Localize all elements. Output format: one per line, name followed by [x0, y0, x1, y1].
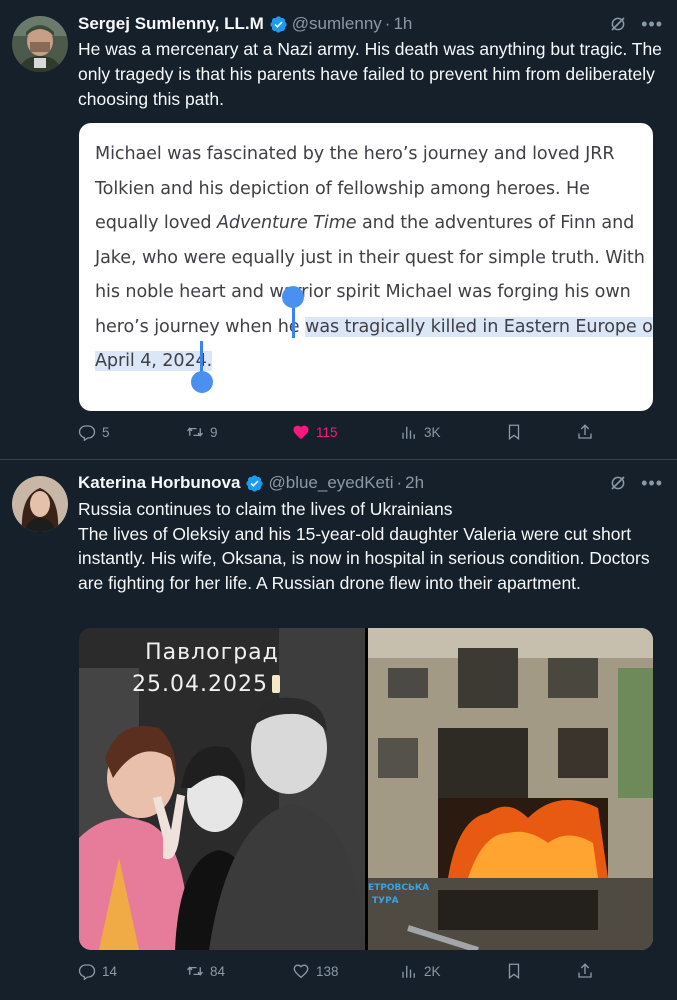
- author-handle[interactable]: @sumlenny: [292, 14, 382, 34]
- screenshot-text-fragment: hero’s journey when he: [95, 316, 306, 337]
- candle-icon: [271, 675, 280, 693]
- photo-caption-date-text: 25.04.2025: [132, 672, 268, 697]
- header-actions: •••: [609, 13, 663, 35]
- bookmark-icon: [508, 424, 520, 441]
- screenshot-italic-title: Adventure Time: [216, 213, 357, 233]
- retweet-icon: [186, 966, 204, 976]
- share-button[interactable]: [576, 422, 594, 442]
- screenshot-line: equally loved Adventure Time and the adv…: [95, 206, 640, 241]
- highlighted-selection: was tragically killed in Eastern Europe …: [305, 316, 653, 337]
- screenshot-line: Michael was fascinated by the hero’s jou…: [95, 144, 615, 164]
- reply-button[interactable]: 14: [78, 961, 117, 981]
- screenshot-line: April 4, 2024.: [95, 344, 640, 379]
- verified-badge-icon: [246, 474, 264, 492]
- watermark-line: ЕТРОВСЬКА: [368, 883, 430, 893]
- photo-watermark: ЕТРОВСЬКА ТУРА: [368, 882, 429, 908]
- selection-end-cursor: [200, 341, 203, 375]
- tweet-header: Katerina Horbunova @blue_eyedKeti · 2h •…: [78, 472, 663, 494]
- tweet-text-line: Russia continues to claim the lives of U…: [78, 499, 453, 519]
- grok-icon[interactable]: [609, 15, 627, 33]
- verified-badge-icon: [270, 15, 287, 33]
- bookmark-icon: [508, 963, 520, 980]
- like-count: 138: [316, 963, 339, 979]
- grok-icon[interactable]: [609, 474, 627, 492]
- reply-icon: [78, 964, 96, 980]
- tweet-time[interactable]: 1h: [393, 14, 412, 34]
- highlighted-selection: April 4, 2024.: [95, 351, 213, 371]
- avatar-image: [12, 16, 68, 72]
- tweet-text: Russia continues to claim the lives of U…: [78, 497, 663, 595]
- avatar[interactable]: [12, 16, 68, 72]
- tweet-header: Sergej Sumlenny, LL.M @sumlenny · 1h •••: [78, 13, 663, 35]
- tweet-1[interactable]: Sergej Sumlenny, LL.M @sumlenny · 1h •••…: [0, 0, 677, 460]
- bookmark-button[interactable]: [505, 961, 523, 981]
- header-actions: •••: [609, 472, 663, 494]
- screenshot-line: hero’s journey when he was tragically ki…: [95, 310, 653, 345]
- avatar[interactable]: [12, 476, 68, 532]
- author-name[interactable]: Katerina Horbunova: [78, 473, 240, 493]
- retweet-button[interactable]: 9: [186, 422, 218, 442]
- tweet-text: He was a mercenary at a Nazi army. His d…: [78, 37, 663, 112]
- retweet-icon: [186, 427, 204, 437]
- screenshot-text: Michael was fascinated by the hero’s jou…: [95, 137, 653, 379]
- author-name[interactable]: Sergej Sumlenny, LL.M: [78, 14, 264, 34]
- media-grid[interactable]: Павлоград 25.04.2025 ЕТРОВСЬКА ТУРА: [79, 628, 653, 950]
- more-icon[interactable]: •••: [641, 15, 663, 33]
- share-button[interactable]: [576, 961, 594, 981]
- media-image-burning-building[interactable]: ЕТРОВСЬКА ТУРА: [368, 628, 653, 950]
- photo-caption-city: Павлоград: [145, 640, 279, 665]
- views-count: 2K: [424, 963, 441, 979]
- attached-screenshot[interactable]: Michael was fascinated by the hero’s jou…: [79, 123, 653, 411]
- reply-icon: [78, 425, 96, 441]
- more-icon[interactable]: •••: [641, 474, 663, 492]
- like-icon: [293, 964, 309, 979]
- tweet-text-content: He was a mercenary at a Nazi army. His d…: [78, 39, 662, 109]
- like-button[interactable]: 115: [292, 422, 338, 442]
- photo-caption-date: 25.04.2025: [79, 672, 349, 697]
- like-button[interactable]: 138: [292, 961, 339, 981]
- screenshot-line: Jake, who were equally just in their que…: [95, 247, 645, 268]
- separator-dot: ·: [384, 14, 391, 33]
- tweet-2[interactable]: Katerina Horbunova @blue_eyedKeti · 2h •…: [0, 460, 677, 1000]
- reply-count: 14: [102, 963, 118, 979]
- screenshot-text-fragment: equally loved: [95, 213, 217, 233]
- share-icon: [578, 963, 592, 978]
- selection-end-handle: [191, 371, 213, 393]
- author-handle[interactable]: @blue_eyedKeti: [268, 473, 393, 493]
- tweet-time[interactable]: 2h: [405, 473, 424, 493]
- selection-start-handle: [282, 286, 304, 308]
- separator-dot: ·: [396, 473, 403, 492]
- avatar-image: [12, 476, 68, 532]
- share-icon: [578, 424, 592, 439]
- retweet-count: 84: [210, 963, 226, 979]
- retweet-count: 9: [210, 424, 218, 440]
- screenshot-line: Tolkien and his depiction of fellowship …: [95, 178, 590, 199]
- action-bar: 5 9 115 3K: [78, 422, 598, 442]
- views-icon: [402, 965, 415, 978]
- retweet-button[interactable]: 84: [186, 961, 225, 981]
- like-count: 115: [316, 424, 338, 440]
- media-image-family-photo[interactable]: Павлоград 25.04.2025: [79, 628, 365, 950]
- action-bar: 14 84 138 2K: [78, 961, 598, 981]
- views-button[interactable]: 3K: [400, 422, 441, 442]
- like-icon: [293, 425, 309, 440]
- tweet-text-line: The lives of Oleksiy and his 15-year-old…: [78, 523, 650, 593]
- views-count: 3K: [424, 424, 441, 440]
- views-icon: [402, 426, 415, 439]
- watermark-line: ТУРА: [372, 896, 399, 906]
- screenshot-line: his noble heart and warrior spirit Micha…: [95, 282, 631, 302]
- reply-button[interactable]: 5: [78, 422, 110, 442]
- reply-count: 5: [102, 424, 110, 440]
- bookmark-button[interactable]: [505, 422, 523, 442]
- screenshot-text-fragment: and the adventures of Finn and: [356, 213, 635, 233]
- views-button[interactable]: 2K: [400, 961, 441, 981]
